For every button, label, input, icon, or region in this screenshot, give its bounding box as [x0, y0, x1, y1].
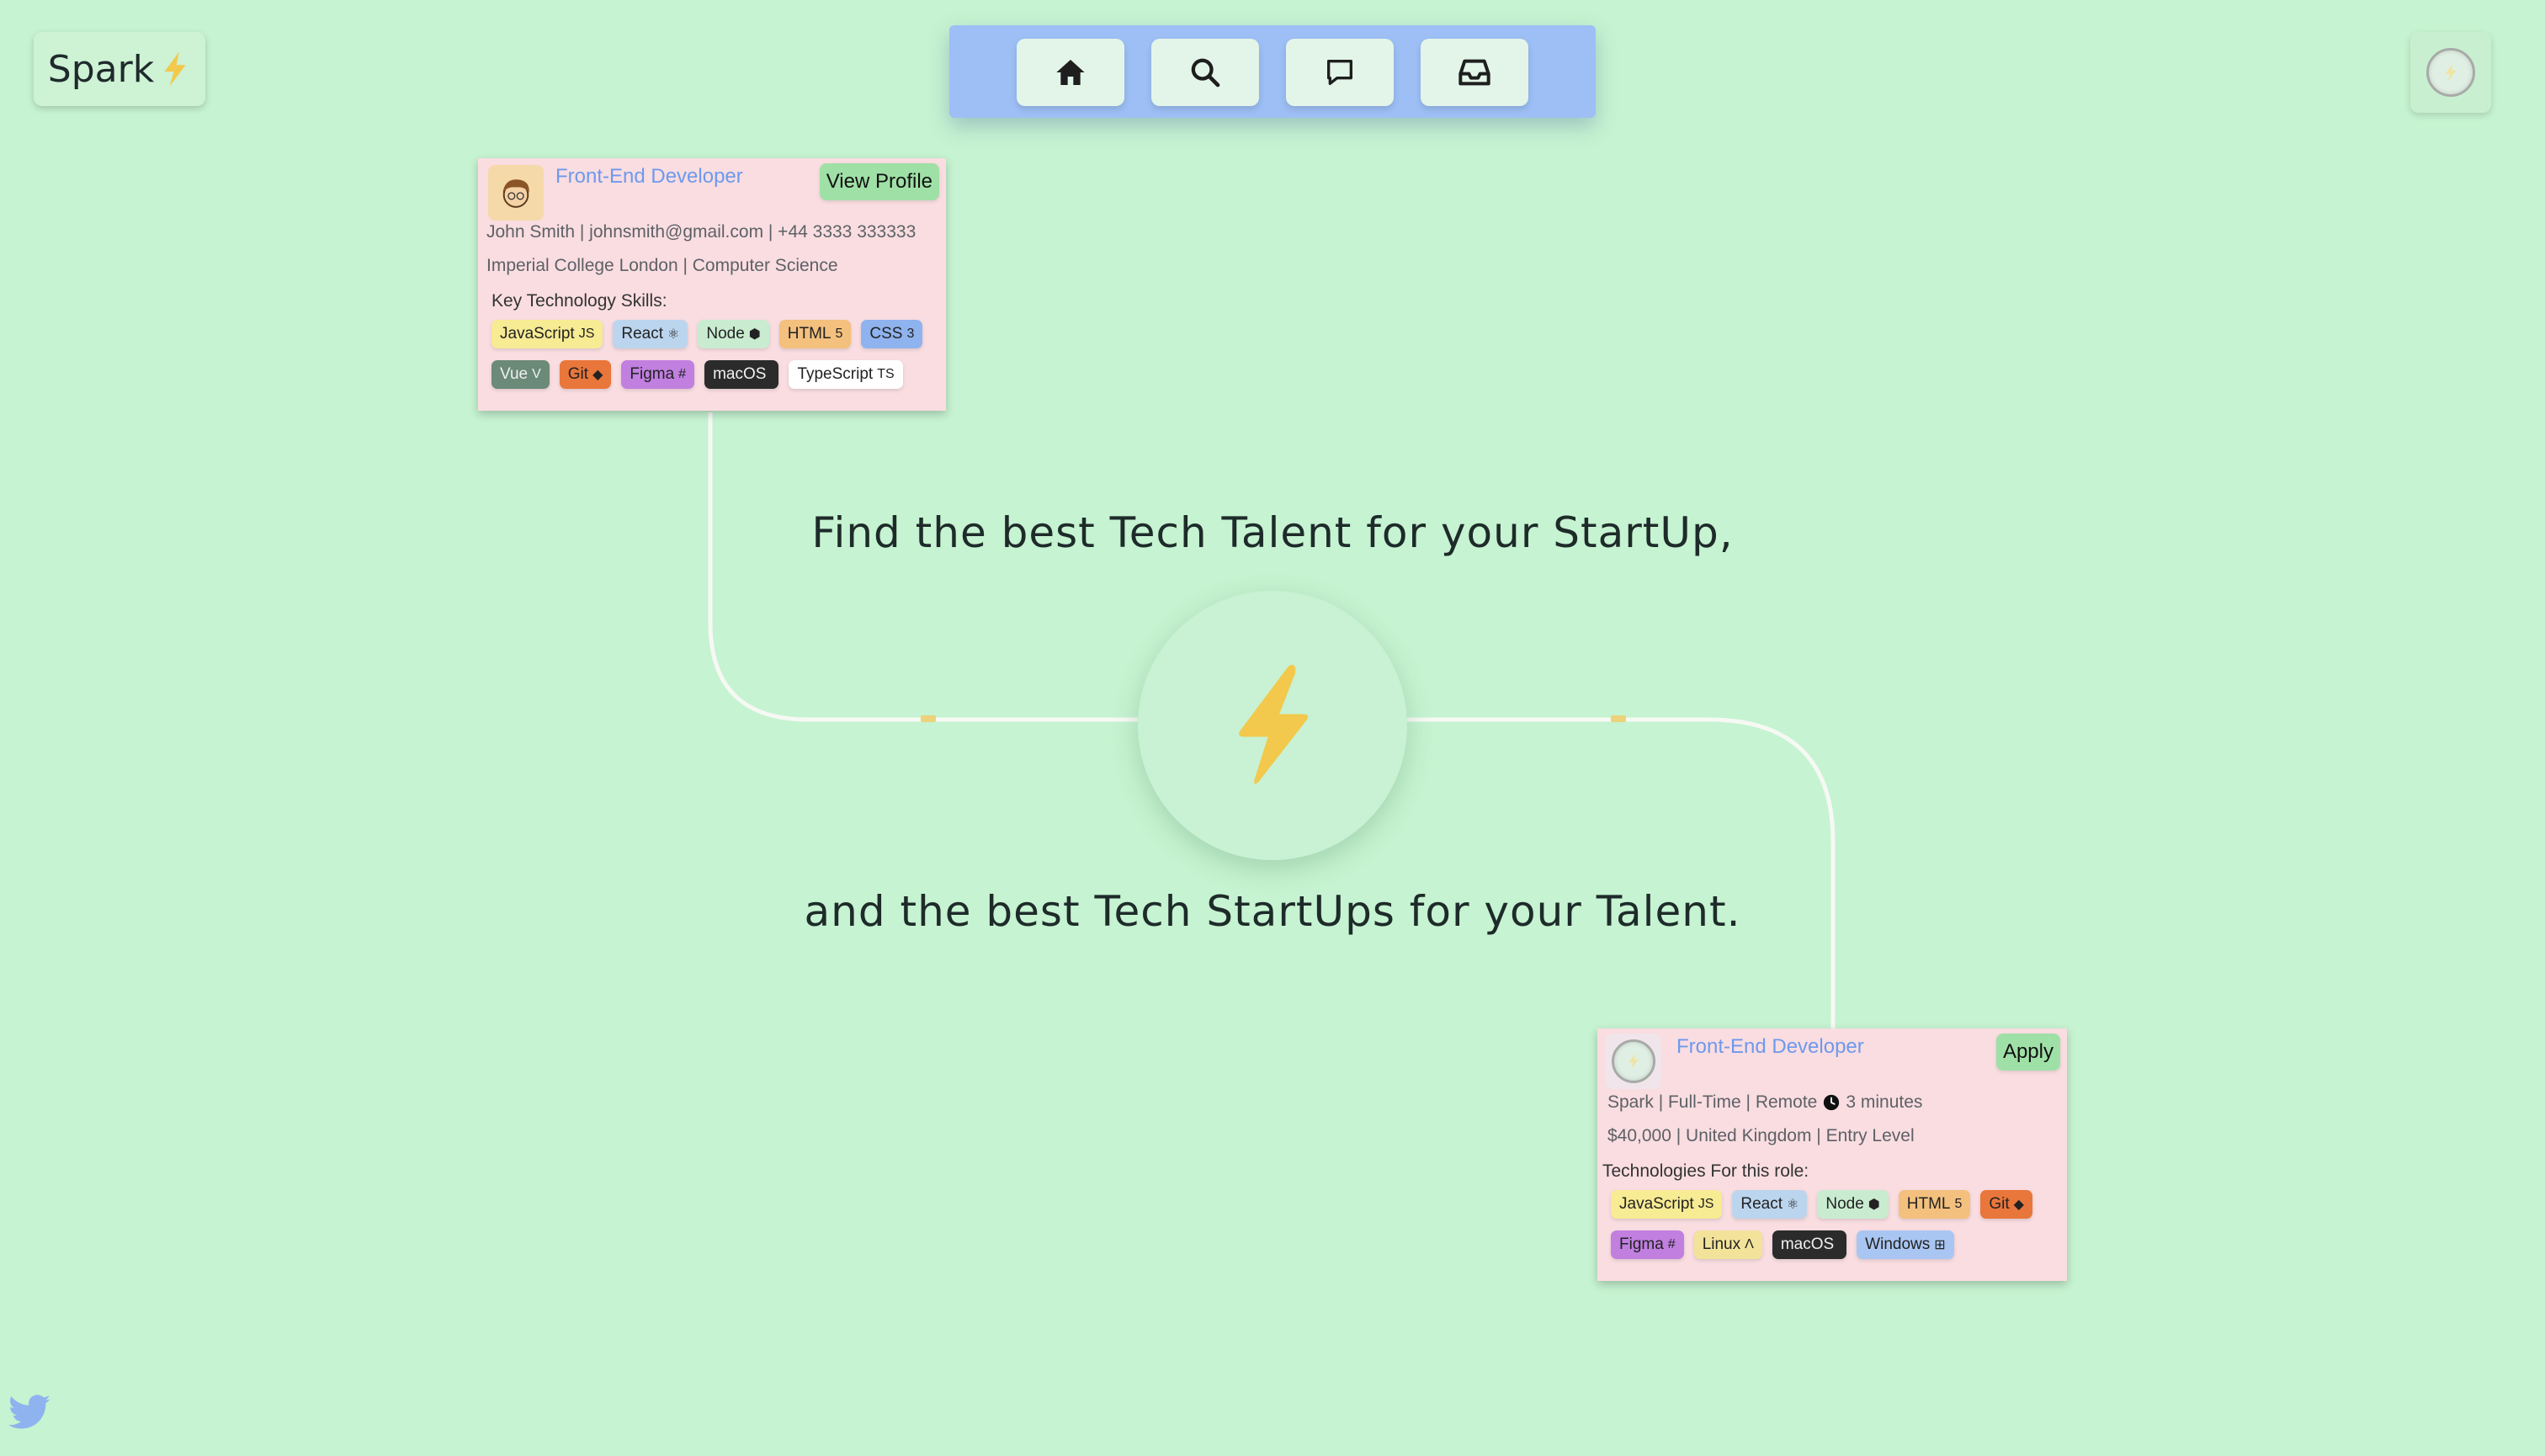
- view-profile-button[interactable]: View Profile: [819, 163, 939, 200]
- hero-line-1: Find the best Tech Talent for your Start…: [811, 508, 1734, 557]
- tag-label: HTML: [787, 325, 832, 343]
- tech-tag-list: JavaScript JS React ⚛ Node ⬢ HTML 5 Git ◆ Figma # Li…: [1611, 1190, 2057, 1259]
- job-title[interactable]: Front-End Developer: [1676, 1035, 1864, 1059]
- html-icon: 5: [835, 327, 843, 341]
- profile-avatar: [488, 165, 544, 221]
- connector-dot-right: [1611, 715, 1626, 722]
- tech-tag-typescript: TypeScript TS: [789, 360, 903, 389]
- user-menu-button[interactable]: [2410, 32, 2491, 113]
- profile-card[interactable]: Front-End Developer View Profile John Sm…: [478, 158, 946, 411]
- tech-tag-node: Node ⬢: [698, 320, 769, 348]
- landing-page: Spark Front-End Developer View Profile J…: [0, 0, 2545, 1456]
- tag-label: HTML: [1906, 1195, 1951, 1213]
- nav-home-button[interactable]: [1017, 39, 1124, 106]
- job-salary-line: $40,000 | United Kingdom | Entry Level: [1607, 1126, 1915, 1145]
- skills-label: Key Technology Skills:: [491, 291, 667, 311]
- tech-tag-git: Git ◆: [559, 360, 612, 389]
- tech-tag-vue: Vue V: [491, 360, 550, 389]
- connector-right: [1407, 717, 1836, 1028]
- tech-tag-javascript: JavaScript JS: [1611, 1190, 1723, 1219]
- tech-tag-figma: Figma #: [621, 360, 695, 389]
- react-icon: ⚛: [1787, 1198, 1799, 1212]
- profile-education-line: Imperial College London | Computer Scien…: [486, 256, 838, 275]
- search-icon: [1191, 58, 1220, 88]
- brand-name: Spark: [47, 47, 155, 91]
- javascript-icon: JS: [1698, 1197, 1714, 1211]
- profile-title[interactable]: Front-End Developer: [555, 165, 743, 189]
- tech-tag-git: Git ◆: [1980, 1190, 2032, 1219]
- connector-dot-left: [921, 715, 936, 722]
- tech-tag-windows: Windows ⊞: [1857, 1230, 1954, 1259]
- figma-icon: #: [1667, 1237, 1676, 1251]
- tag-label: Git: [1989, 1195, 2010, 1213]
- node-icon: ⬢: [748, 327, 761, 342]
- home-icon: [1056, 60, 1085, 85]
- tech-tag-node: Node ⬢: [1817, 1190, 1889, 1219]
- react-icon: ⚛: [667, 327, 680, 342]
- bolt-icon: [164, 51, 186, 87]
- tag-label: React: [621, 325, 664, 343]
- apply-button[interactable]: Apply: [1995, 1034, 2060, 1071]
- tech-tag-react: React ⚛: [613, 320, 688, 348]
- tech-tag-react: React ⚛: [1732, 1190, 1808, 1219]
- javascript-icon: JS: [578, 327, 595, 341]
- clock-icon: [1824, 1094, 1840, 1111]
- job-posted-time: 3 minutes: [1846, 1092, 1923, 1112]
- tag-label: React: [1740, 1195, 1783, 1213]
- tag-label: CSS: [869, 325, 903, 343]
- tag-label: Figma: [630, 365, 675, 383]
- tech-tag-javascript: JavaScript JS: [491, 320, 603, 348]
- git-icon: ◆: [592, 368, 603, 382]
- inbox-icon: [1458, 59, 1490, 86]
- bolt-icon: [1239, 665, 1309, 784]
- tag-label: Linux: [1702, 1235, 1741, 1253]
- linux-icon: Λ: [1745, 1237, 1754, 1251]
- spark-avatar-icon: [2426, 48, 2475, 97]
- tag-label: Windows: [1865, 1235, 1931, 1253]
- tag-label: TypeScript: [797, 365, 874, 383]
- hero-line-2: and the best Tech StartUps for your Tale…: [804, 887, 1741, 936]
- vue-icon: V: [532, 367, 541, 381]
- skills-tag-list: JavaScript JS React ⚛ Node ⬢ HTML 5 CSS 3 Vue V Git ◆…: [491, 320, 938, 389]
- tech-tag-html: HTML 5: [1898, 1190, 1971, 1219]
- twitter-icon[interactable]: [7, 1394, 52, 1432]
- job-meta-line: Spark | Full-Time | Remote 3 minutes: [1607, 1092, 1922, 1113]
- tag-label: JavaScript: [500, 325, 575, 343]
- tag-label: Git: [567, 365, 589, 383]
- person-avatar-icon: [502, 179, 529, 208]
- profile-contact-line: John Smith | johnsmith@gmail.com | +44 3…: [486, 222, 917, 242]
- tag-label: Vue: [500, 365, 529, 383]
- tag-label: Node: [706, 325, 745, 343]
- css-icon: 3: [906, 327, 915, 341]
- job-meta-text: Spark | Full-Time | Remote: [1607, 1092, 1818, 1112]
- nav-messages-button[interactable]: [1286, 39, 1394, 106]
- git-icon: ◆: [2013, 1198, 2024, 1212]
- nav-search-button[interactable]: [1151, 39, 1259, 106]
- tag-label: Node: [1825, 1195, 1864, 1213]
- html-icon: 5: [1954, 1197, 1963, 1211]
- figma-icon: #: [678, 367, 687, 381]
- tag-label: Figma: [1619, 1235, 1664, 1253]
- tech-tag-linux: Linux Λ: [1693, 1230, 1762, 1259]
- tag-label: macOS: [713, 365, 767, 383]
- tag-label: macOS: [1780, 1235, 1835, 1253]
- tech-tag-macos: macOS: [1772, 1230, 1847, 1259]
- chat-icon: [1327, 60, 1352, 86]
- tech-tag-macos: macOS: [704, 360, 779, 389]
- node-icon: ⬢: [1868, 1198, 1880, 1212]
- tech-tag-html: HTML 5: [778, 320, 852, 348]
- job-card[interactable]: Front-End Developer Apply Spark | Full-T…: [1597, 1028, 2067, 1281]
- spark-hub: [1138, 591, 1407, 860]
- tech-tag-figma: Figma #: [1611, 1230, 1684, 1259]
- connector-left: [708, 412, 1138, 722]
- nav-inbox-button[interactable]: [1421, 39, 1528, 106]
- main-navigation: [949, 25, 1596, 118]
- typescript-icon: TS: [877, 367, 895, 381]
- company-avatar: [1606, 1034, 1661, 1089]
- tag-label: JavaScript: [1619, 1195, 1694, 1213]
- tech-tag-css: CSS 3: [861, 320, 923, 348]
- windows-icon: ⊞: [1934, 1238, 1946, 1252]
- tech-label: Technologies For this role:: [1602, 1161, 1809, 1181]
- brand-logo[interactable]: Spark: [34, 32, 205, 106]
